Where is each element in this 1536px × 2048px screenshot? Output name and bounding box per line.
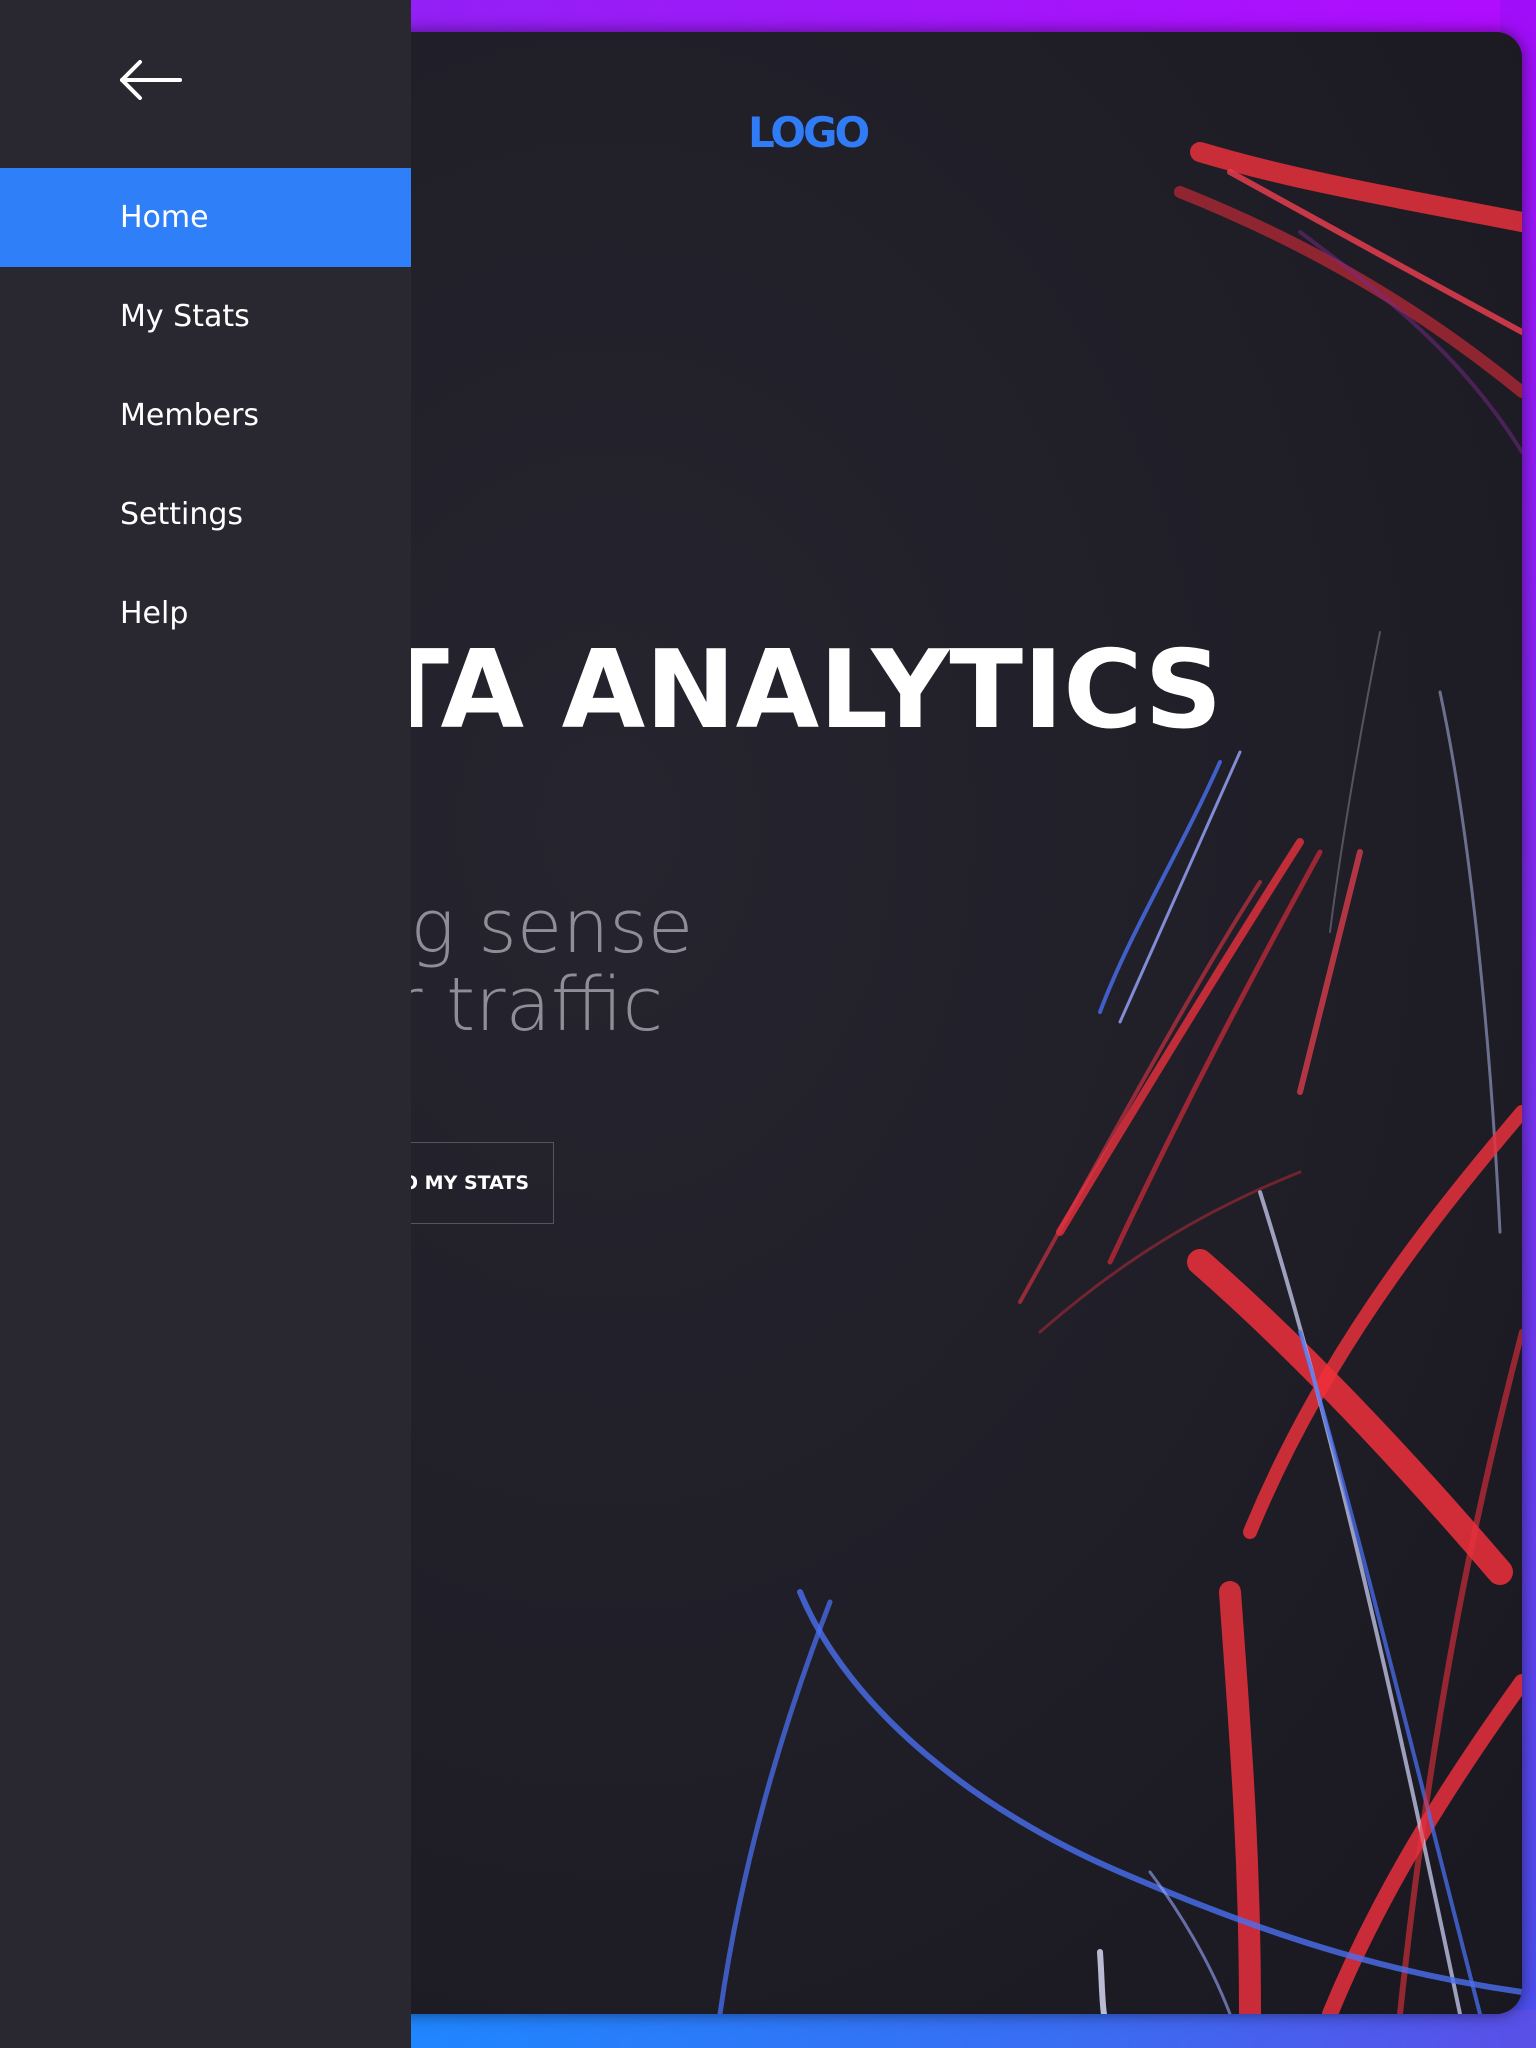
drawer-item-label: Help xyxy=(120,596,189,631)
app-screen: LOGO ATA ANALYTICS king sense our traffi… xyxy=(0,0,1536,2048)
drawer-item-my-stats[interactable]: My Stats xyxy=(0,267,411,366)
gradient-frame-bottom xyxy=(410,2010,1536,2048)
drawer-item-settings[interactable]: Settings xyxy=(0,465,411,564)
side-drawer: Home My Stats Members Settings Help xyxy=(0,0,411,2048)
back-button[interactable] xyxy=(110,52,194,108)
drawer-item-members[interactable]: Members xyxy=(0,366,411,465)
hero-headline: ATA ANALYTICS xyxy=(300,628,1223,753)
drawer-item-label: Settings xyxy=(120,497,244,532)
drawer-item-label: My Stats xyxy=(120,299,250,334)
drawer-item-label: Home xyxy=(120,200,209,235)
drawer-item-help[interactable]: Help xyxy=(0,564,411,663)
logo[interactable]: LOGO xyxy=(748,108,870,157)
arrow-left-icon xyxy=(120,60,182,100)
drawer-item-home[interactable]: Home xyxy=(0,168,411,267)
drawer-nav-list: Home My Stats Members Settings Help xyxy=(0,168,411,663)
drawer-item-label: Members xyxy=(120,398,260,433)
